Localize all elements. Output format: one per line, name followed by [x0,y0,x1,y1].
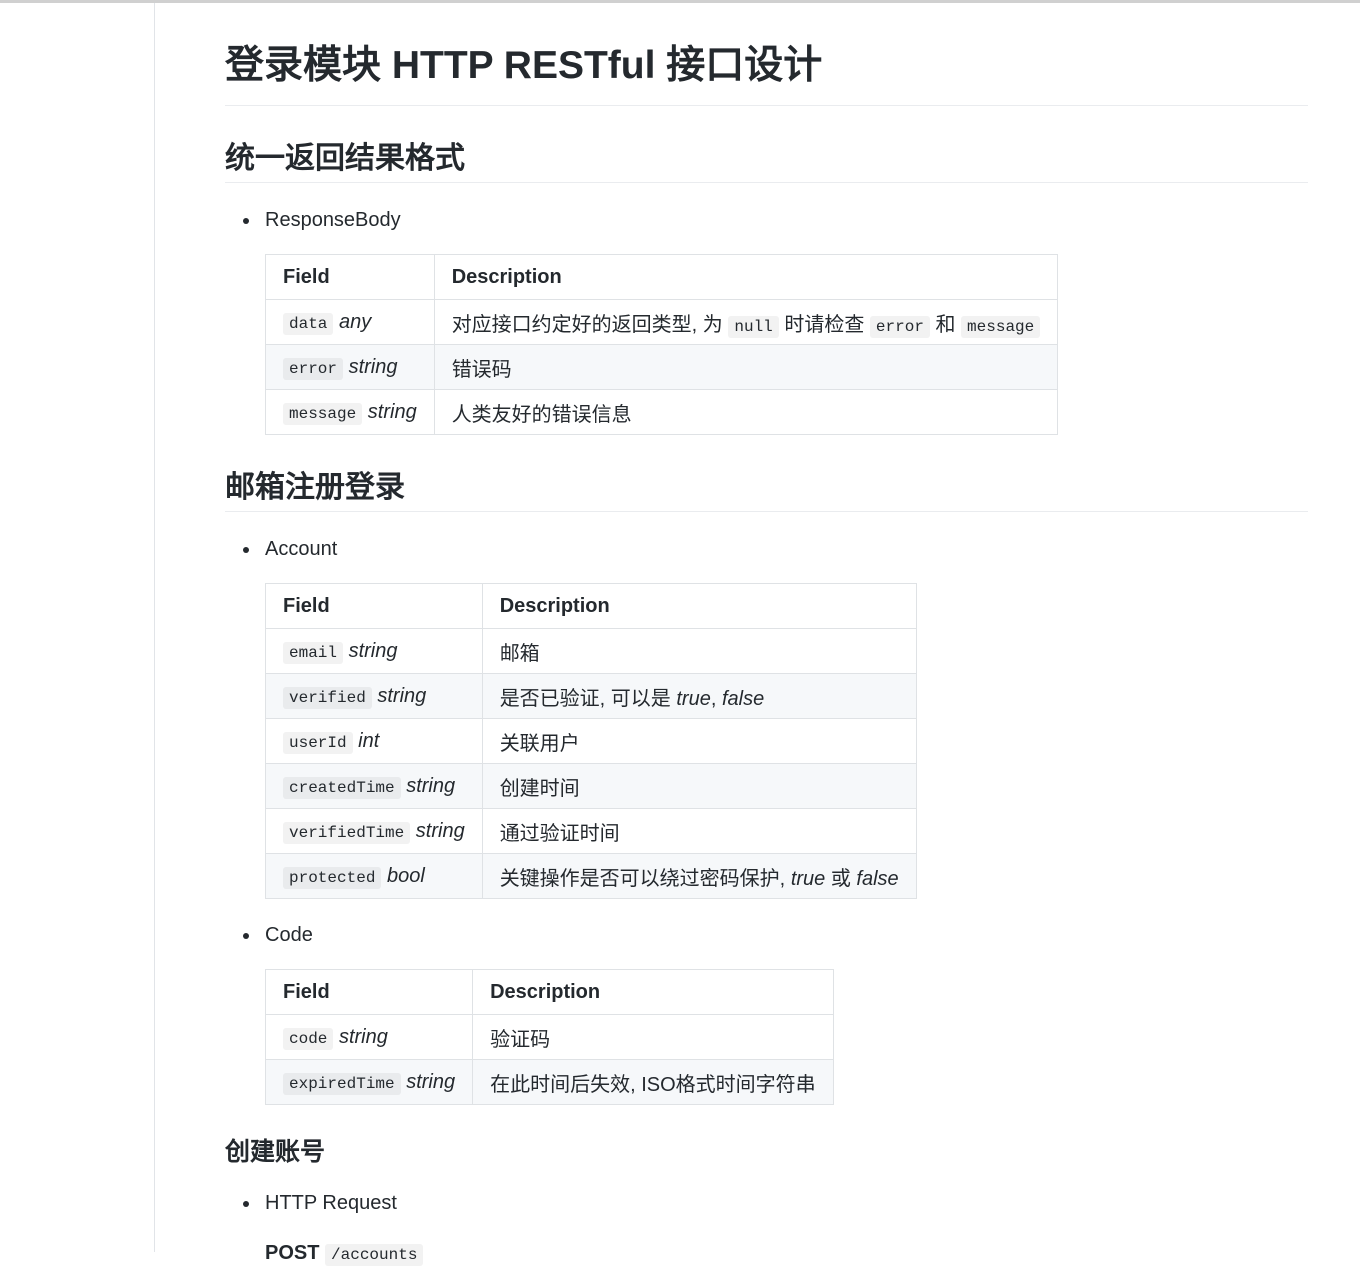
page-title: 登录模块 HTTP RESTful 接口设计 [225,3,1308,106]
field-cell: protected bool [265,853,483,899]
column-header-description: Description [433,254,1059,300]
request-path: /accounts [325,1244,424,1267]
table-response-body: Field Description data any 对应接口约定好的返回类型,… [265,254,1059,435]
column-header-description: Description [472,969,834,1015]
field-cell: data any [265,299,435,345]
desc-text: 对应接口约定好的返回类型, 为 [451,313,723,336]
field-type: string [406,774,456,797]
field-cell: email string [265,628,483,674]
table-row: expiredTime string 在此时间后失效, ISO格式时间字符串 [264,1059,834,1105]
table-row: data any 对应接口约定好的返回类型, 为 null 时请检查 error… [265,299,1059,345]
field-code: userId [283,731,353,754]
heading-email-auth: 邮箱注册登录 [225,435,1308,512]
field-type: string [338,1025,388,1048]
table-row: userId int 关联用户 [265,718,917,764]
field-type: string [415,819,465,842]
table-row: email string 邮箱 [265,628,917,674]
description-cell: 人类友好的错误信息 [433,389,1059,435]
field-cell: userId int [265,718,483,764]
desc-text: 时请检查 [784,313,865,336]
heading-response-format: 统一返回结果格式 [225,106,1308,183]
table-row: createdTime string 创建时间 [265,763,917,809]
description-cell: 验证码 [472,1014,834,1060]
description-cell: 在此时间后失效, ISO格式时间字符串 [472,1059,834,1105]
list-response: ResponseBody [225,205,1308,235]
table-account: Field Description email string 邮箱 verifi… [265,583,917,899]
field-cell: verified string [265,673,483,719]
description-cell: 邮箱 [481,628,917,674]
table-header-row: Field Description [264,969,834,1015]
desc-text: 关键操作是否可以绕过密码保护, [499,867,786,890]
request-line: POST /accounts [225,1238,1308,1270]
field-type: string [348,355,398,378]
field-code: expiredTime [283,1072,401,1095]
field-cell: verifiedTime string [265,808,483,854]
description-cell: 是否已验证, 可以是 true, false [481,673,917,719]
table-row: verifiedTime string 通过验证时间 [265,808,917,854]
field-cell: error string [265,344,435,390]
list-account: Account [225,534,1308,564]
http-method: POST [265,1242,320,1265]
field-type: bool [386,864,425,887]
desc-text: 和 [935,313,956,336]
left-gutter [0,3,155,1252]
table-row: error string 错误码 [265,344,1059,390]
list-item: ResponseBody [225,205,1308,235]
field-type: any [338,310,372,333]
description-cell: 对应接口约定好的返回类型, 为 null 时请检查 error 和 messag… [433,299,1059,345]
column-header-description: Description [481,583,917,629]
table-row: message string 人类友好的错误信息 [265,389,1059,435]
value-false: false [856,867,899,890]
list-item: Account [225,534,1308,564]
document-body: 登录模块 HTTP RESTful 接口设计 统一返回结果格式 Response… [225,3,1308,1270]
value-true: true [790,867,826,890]
value-true: true [676,687,711,710]
field-type: int [358,729,380,752]
heading-create-account: 创建账号 [225,1138,326,1166]
list-item: HTTP Request [225,1188,1308,1218]
field-code: error [283,357,344,380]
field-cell: expiredTime string [264,1059,474,1105]
desc-text: 是否已验证, 可以是 [499,687,671,710]
list-code: Code [225,920,1308,950]
table-code: Field Description code string 验证码 expire… [264,969,834,1105]
description-cell: 创建时间 [481,763,917,809]
description-cell: 关键操作是否可以绕过密码保护, true 或 false [481,853,917,899]
field-type: string [377,684,427,707]
field-code: protected [283,866,382,889]
field-type: string [367,400,417,423]
table-header-row: Field Description [265,254,1059,300]
description-cell: 错误码 [433,344,1059,390]
list-request: HTTP Request [225,1188,1308,1218]
field-code: email [283,641,344,664]
conjunction: 或 [830,867,851,890]
description-cell: 关联用户 [481,718,917,764]
field-cell: createdTime string [265,763,483,809]
column-header-field: Field [265,583,483,629]
field-code: verified [283,686,372,709]
inline-code: error [869,315,930,338]
field-code: verifiedTime [283,821,411,844]
field-code: data [283,312,334,335]
column-header-field: Field [264,969,474,1015]
column-header-field: Field [265,254,435,300]
field-code: createdTime [283,776,401,799]
value-false: false [721,687,765,710]
inline-code: null [728,315,779,338]
table-row: protected bool 关键操作是否可以绕过密码保护, true 或 fa… [265,853,917,899]
table-header-row: Field Description [265,583,917,629]
field-code: code [283,1027,334,1050]
field-cell: code string [264,1014,474,1060]
field-type: string [348,639,398,662]
list-item: Code [225,920,1308,950]
separator: , [710,687,717,710]
field-code: message [283,402,363,425]
table-row: verified string 是否已验证, 可以是 true, false [265,673,917,719]
table-row: code string 验证码 [264,1014,834,1060]
field-cell: message string [265,389,435,435]
inline-code: message [961,315,1041,338]
field-type: string [406,1070,456,1093]
description-cell: 通过验证时间 [481,808,917,854]
